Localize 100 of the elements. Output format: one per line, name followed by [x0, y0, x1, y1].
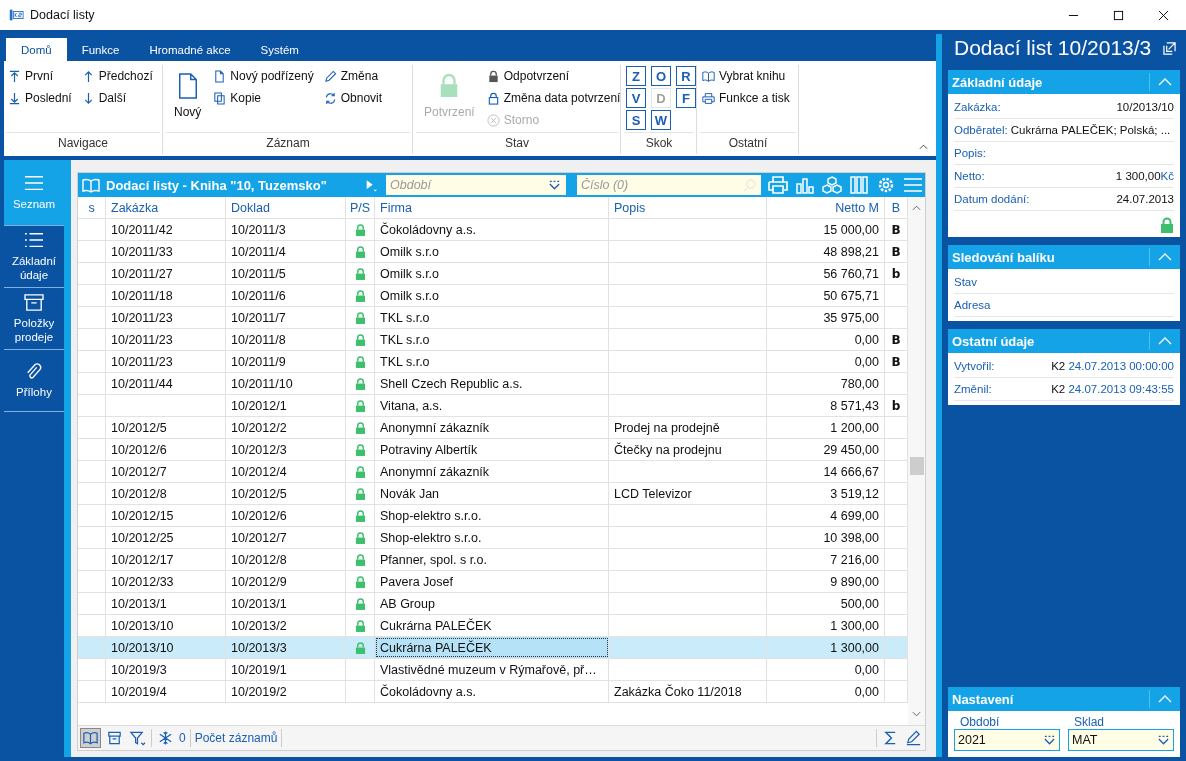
table-row[interactable]: 10/2019/3 10/2019/1 Vlastivědné muzeum v Rýmařově, př… 0,00	[78, 659, 908, 681]
ribbon-button[interactable]: Obnovit	[323, 87, 383, 109]
number-field[interactable]: Číslo (0)	[577, 175, 761, 195]
vertical-scrollbar[interactable]	[908, 197, 925, 725]
timestamp: 24.07.2013 00:00:00	[1068, 360, 1174, 372]
ribbon-button[interactable]: Změna	[323, 65, 383, 87]
jump-key[interactable]: W	[651, 110, 671, 130]
table-cell: 10/2013/10	[111, 640, 174, 655]
ribbon-button[interactable]: Předchozí	[81, 65, 153, 87]
column-header[interactable]: Zakázka	[106, 197, 226, 218]
ribbon-tab[interactable]: Domů	[6, 38, 67, 61]
external-link-icon[interactable]	[1163, 41, 1176, 55]
ribbon-tab[interactable]: Systém	[245, 38, 314, 61]
ribbon-button[interactable]: Další	[81, 87, 153, 109]
field-label: Období	[959, 715, 1001, 729]
table-row[interactable]: 10/2013/1 10/2013/1 AB Group 500,00	[78, 593, 908, 615]
table-row[interactable]: 10/2011/23 10/2011/9 TKL s.r.o 0,00 B	[78, 351, 908, 373]
lock-icon	[354, 355, 366, 368]
table-cell: 10/2012/5	[111, 420, 167, 435]
table-cell: 10/2013/2	[231, 618, 287, 633]
table-cell: Čokoládovny a.s.	[380, 222, 476, 237]
column-header[interactable]: P/S	[346, 197, 375, 218]
scrollbar-thumb[interactable]	[909, 457, 924, 475]
jump-key[interactable]: S	[626, 110, 646, 130]
collapse-icon[interactable]	[919, 144, 928, 150]
column-header[interactable]: Firma	[375, 197, 609, 218]
table-cell: 10/2012/2	[231, 420, 287, 435]
table-row[interactable]: 10/2012/25 10/2012/7 Shop-elektro s.r.o. 10 398,00	[78, 527, 908, 549]
scroll-down-icon[interactable]	[912, 711, 921, 717]
ribbon-button[interactable]: Nový podřízený	[213, 65, 314, 87]
jump-key[interactable]: F	[676, 88, 696, 108]
table-cell: 10/2011/10	[231, 376, 293, 391]
printer-icon[interactable]	[768, 176, 788, 194]
scroll-up-icon[interactable]	[912, 205, 921, 211]
record-count-link[interactable]: Počet záznamů	[194, 731, 278, 745]
table-row[interactable]: 10/2012/6 10/2012/3 Potraviny Albertík Čtečky na prodejnu 29 450,00	[78, 439, 908, 461]
table-cell: 1 200,00	[830, 420, 879, 435]
bar-chart-icon[interactable]	[795, 176, 815, 194]
table-row[interactable]: 10/2012/17 10/2012/8 Pfanner, spol. s r.o. 7 216,00	[78, 549, 908, 571]
ribbon-button[interactable]: První	[8, 65, 72, 87]
lock-icon	[354, 465, 366, 478]
columns-icon[interactable]	[849, 176, 869, 194]
table-cell: Pavera Josef	[380, 574, 453, 589]
table-row[interactable]: 10/2019/4 10/2019/2 Čokoládovny a.s. Zakázka Čoko 11/2018 0,00	[78, 681, 908, 703]
settings-icon[interactable]	[876, 176, 896, 194]
book-icon[interactable]	[80, 728, 101, 748]
jump-key[interactable]: R	[676, 66, 696, 86]
jump-key[interactable]: Z	[626, 66, 646, 86]
table-row[interactable]: 10/2012/1 Vitana, a.s. 8 571,43 b	[78, 395, 908, 417]
table-row[interactable]: 10/2011/27 10/2011/5 Omilk s.r.o 56 760,71 b	[78, 263, 908, 285]
ribbon-button[interactable]: Odpotvrzení	[486, 65, 621, 87]
box-icon[interactable]	[105, 729, 124, 747]
table-row[interactable]: 10/2011/18 10/2011/6 Omilk s.r.o 50 675,71	[78, 285, 908, 307]
sidebar-item[interactable]: Základní údaje	[4, 226, 64, 288]
dropdown-field[interactable]: MAT	[1068, 729, 1174, 751]
table-cell: 0,00	[854, 684, 879, 699]
table-row[interactable]: 10/2011/44 10/2011/10 Shell Czech Republic a.s. 780,00	[78, 373, 908, 395]
column-header[interactable]: Popis	[609, 197, 767, 218]
table-row[interactable]: 10/2012/8 10/2012/5 Novák Jan LCD Televizor 3 519,12	[78, 483, 908, 505]
table-row[interactable]: 10/2011/23 10/2011/8 TKL s.r.o 0,00 B	[78, 329, 908, 351]
ribbon-large-button[interactable]: Nový	[168, 65, 208, 127]
table-cell: TKL s.r.o	[380, 332, 430, 347]
ribbon-button[interactable]: Funkce a tisk	[702, 87, 790, 109]
refresh-icon	[323, 91, 337, 105]
ribbon-tab[interactable]: Hromadné akce	[134, 38, 246, 61]
pencil-icon	[323, 69, 337, 83]
table-row[interactable]: 10/2012/5 10/2012/2 Anonymní zákazník Prodej na prodejně 1 200,00	[78, 417, 908, 439]
pencil-icon[interactable]	[904, 729, 923, 747]
currency: Kč	[1160, 170, 1174, 182]
ribbon-tab[interactable]: Funkce	[66, 38, 135, 61]
sidebar-item[interactable]: Položky prodeje	[4, 288, 64, 350]
ribbon-button[interactable]: Poslední	[8, 87, 72, 109]
ribbon-button[interactable]: Vybrat knihu	[702, 65, 790, 87]
sidebar-item[interactable]: Přílohy	[4, 350, 64, 412]
column-header[interactable]: Doklad	[226, 197, 346, 218]
jump-key[interactable]: O	[651, 66, 671, 86]
dropdown-field[interactable]: 2021	[954, 729, 1060, 751]
ribbon-button[interactable]: Kopie	[213, 87, 314, 109]
document-icon	[213, 69, 227, 83]
table-cell: 56 760,71	[823, 266, 879, 281]
table-cell: B	[891, 222, 901, 237]
table-row[interactable]: 10/2012/33 10/2012/9 Pavera Josef 9 890,00	[78, 571, 908, 593]
jump-key[interactable]: V	[626, 88, 646, 108]
table-row[interactable]: 10/2011/42 10/2011/3 Čokoládovny a.s. 15 000,00 B	[78, 219, 908, 241]
section-title: Sledování balíku	[952, 249, 1055, 265]
dropdown-icon	[548, 180, 561, 190]
ribbon-button[interactable]: Změna data potvrzení	[486, 87, 621, 109]
cubes-icon[interactable]	[822, 176, 842, 194]
period-field[interactable]: Období	[386, 175, 566, 195]
table-cell: 10/2012/3	[231, 442, 287, 457]
selected-row[interactable]: 10/2013/10 10/2013/3 Cukrárna PALEČEK 1 300,00	[78, 637, 908, 659]
menu-icon[interactable]	[903, 176, 923, 194]
table-cell: AB Group	[380, 596, 435, 611]
column-header[interactable]: s	[78, 197, 106, 218]
table-row[interactable]: 10/2011/33 10/2011/4 Omilk s.r.o 48 898,21 B	[78, 241, 908, 263]
table-row[interactable]: 10/2012/7 10/2012/4 Anonymní zákazník 14 666,67	[78, 461, 908, 483]
column-header[interactable]: Netto M	[767, 197, 885, 218]
table-row[interactable]: 10/2012/15 10/2012/6 Shop-elektro s.r.o. 4 699,00	[78, 505, 908, 527]
filter-icon[interactable]	[128, 729, 147, 747]
table-row[interactable]: 10/2011/23 10/2011/7 TKL s.r.o 35 975,00	[78, 307, 908, 329]
